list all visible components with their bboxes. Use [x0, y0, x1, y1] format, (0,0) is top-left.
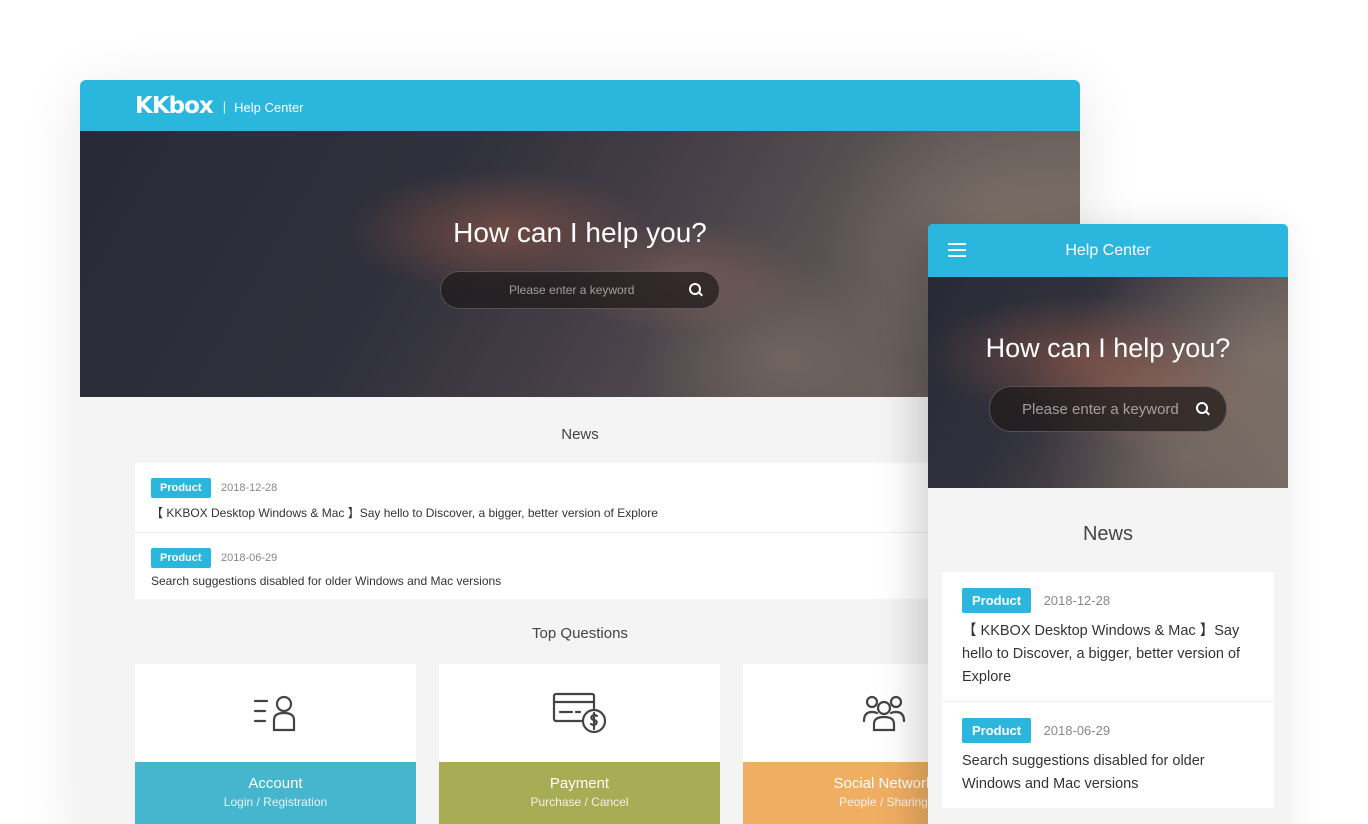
search-placeholder: Please enter a keyword — [509, 283, 635, 297]
news-text[interactable]: 【 KKBOX Desktop Windows & Mac 】Say hello… — [962, 620, 1254, 689]
desktop-header: KKbox | Help Center — [80, 80, 1080, 131]
news-text[interactable]: Search suggestions disabled for older Wi… — [962, 750, 1254, 796]
card-title: Account — [248, 775, 303, 792]
people-group-icon — [862, 695, 905, 732]
card-title: Payment — [549, 775, 610, 792]
account-list-icon — [253, 695, 295, 732]
payment-card[interactable]: Payment Purchase / Cancel — [439, 664, 720, 824]
news-list: Product 2018-12-28 【 KKBOX Desktop Windo… — [135, 463, 1025, 599]
news-text[interactable]: 【 KKBOX Desktop Windows & Mac 】Say hello… — [151, 504, 1009, 521]
payment-card-icon — [552, 692, 606, 734]
mobile-search-placeholder: Please enter a keyword — [1022, 400, 1179, 418]
account-card-footer: Account Login / Registration — [135, 762, 416, 824]
mobile-hero-banner: How can I help you? Please enter a keywo… — [928, 277, 1288, 488]
news-date: 2018-12-28 — [221, 482, 278, 494]
hamburger-icon[interactable] — [948, 243, 966, 257]
news-date: 2018-06-29 — [1043, 723, 1111, 738]
search-icon[interactable] — [1196, 402, 1210, 416]
mobile-mockup: Help Center How can I help you? Please e… — [928, 224, 1288, 824]
news-item[interactable]: Product 2018-06-29 Search suggestions di… — [135, 533, 1025, 599]
question-cards: Account Login / Registration Payment Pur… — [135, 664, 1025, 824]
search-icon[interactable] — [689, 283, 703, 297]
product-badge: Product — [151, 548, 211, 568]
card-subtitle: Login / Registration — [223, 795, 328, 809]
news-date: 2018-12-28 — [1043, 593, 1111, 608]
account-card[interactable]: Account Login / Registration — [135, 664, 416, 824]
search-input[interactable]: Please enter a keyword — [440, 271, 720, 309]
header-title[interactable]: Help Center — [234, 100, 303, 115]
news-item[interactable]: Product 2018-12-28 【 KKBOX Desktop Windo… — [942, 572, 1274, 702]
product-badge: Product — [151, 478, 211, 498]
kkbox-logo[interactable]: KKbox — [135, 93, 214, 119]
payment-card-footer: Payment Purchase / Cancel — [439, 762, 720, 824]
mobile-hero-heading: How can I help you? — [985, 333, 1231, 363]
news-text[interactable]: Search suggestions disabled for older Wi… — [151, 574, 1009, 588]
mobile-news-title: News — [1082, 523, 1133, 545]
mobile-news-list: Product 2018-12-28 【 KKBOX Desktop Windo… — [942, 572, 1274, 808]
product-badge: Product — [962, 718, 1032, 743]
product-badge: Product — [962, 588, 1032, 613]
mobile-header: Help Center — [928, 224, 1288, 277]
header-separator: | — [222, 99, 227, 114]
mobile-header-title[interactable]: Help Center — [1065, 242, 1150, 260]
hero-heading: How can I help you? — [453, 217, 707, 248]
news-item[interactable]: Product 2018-12-28 【 KKBOX Desktop Windo… — [135, 463, 1025, 533]
news-date: 2018-06-29 — [221, 552, 278, 564]
mobile-search-input[interactable]: Please enter a keyword — [989, 386, 1227, 432]
card-subtitle: Purchase / Cancel — [530, 795, 629, 809]
news-item[interactable]: Product 2018-06-29 Search suggestions di… — [942, 702, 1274, 808]
